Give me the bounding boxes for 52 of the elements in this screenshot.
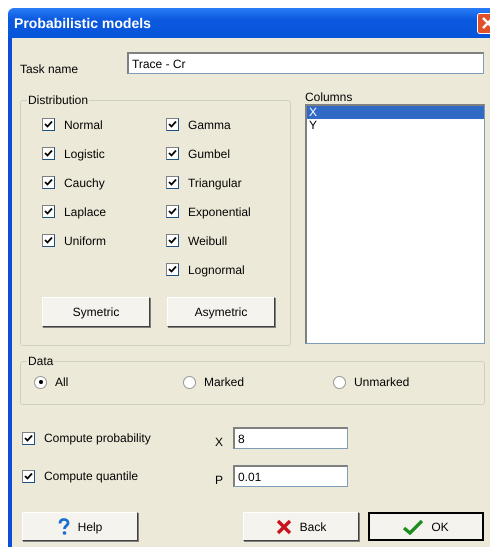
checkbox[interactable] <box>42 234 55 247</box>
task-name-field[interactable]: Trace - Cr <box>127 52 484 74</box>
radio-label: All <box>55 375 68 389</box>
group-title: Data <box>27 354 54 368</box>
checkbox[interactable] <box>22 470 35 482</box>
back-button[interactable]: Back <box>243 512 359 541</box>
checkbox[interactable] <box>42 205 55 218</box>
checkbox[interactable] <box>166 263 179 276</box>
value-field[interactable]: 8 <box>233 427 348 449</box>
columns-label: Columns <box>305 90 354 104</box>
checkbox-label: Gumbel <box>188 146 230 160</box>
question-mark-icon <box>58 518 70 536</box>
checkbox-label: Logistic <box>64 146 105 160</box>
checkbox-label: Laplace <box>64 204 106 218</box>
checkbox[interactable] <box>166 147 179 160</box>
checkbox-label: Weibull <box>188 234 228 248</box>
checkbox-label: Compute quantile <box>44 469 138 483</box>
checkbox[interactable] <box>166 118 179 131</box>
checkbox-label: Triangular <box>188 176 242 190</box>
checkbox[interactable] <box>42 147 55 160</box>
radio-button[interactable] <box>183 376 196 388</box>
checkbox-label: Uniform <box>64 234 106 248</box>
checkmark-icon <box>403 518 424 534</box>
list-item[interactable]: X <box>307 106 484 119</box>
task-name-label: Task name <box>20 62 80 76</box>
checkbox[interactable] <box>166 176 179 189</box>
help-button[interactable]: Help <box>22 512 138 541</box>
radio-label: Marked <box>204 375 244 389</box>
ok-button[interactable]: OK <box>368 512 484 541</box>
distribution-button[interactable]: Asymetric <box>167 297 275 327</box>
distribution-button[interactable]: Symetric <box>42 297 150 327</box>
window-title: Probabilistic models <box>14 15 151 31</box>
checkbox-label: Cauchy <box>64 176 105 190</box>
checkbox[interactable] <box>166 205 179 218</box>
checkbox-label: Gamma <box>188 118 231 132</box>
checkbox-label: Exponential <box>188 204 251 218</box>
checkbox[interactable] <box>22 432 35 444</box>
value-field[interactable]: 0.01 <box>233 465 348 487</box>
checkbox[interactable] <box>42 176 55 189</box>
radio-button[interactable] <box>34 376 47 388</box>
checkbox-label: Compute probability <box>44 431 151 445</box>
symbol-label: X <box>215 435 224 449</box>
group-title: Distribution <box>27 93 90 107</box>
cross-icon <box>276 518 292 534</box>
checkbox-label: Normal <box>64 118 103 132</box>
list-item[interactable]: Y <box>307 119 484 132</box>
radio-button[interactable] <box>333 376 346 388</box>
checkbox[interactable] <box>166 234 179 247</box>
symbol-label: P <box>215 473 224 487</box>
checkbox-label: Lognormal <box>188 262 245 276</box>
checkbox[interactable] <box>42 118 55 131</box>
radio-label: Unmarked <box>354 375 410 389</box>
